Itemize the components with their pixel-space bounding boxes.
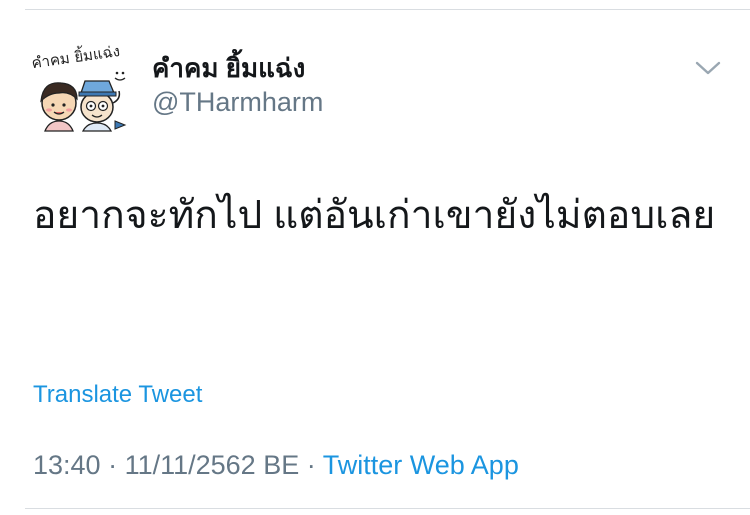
author-display-name[interactable]: คำคม ยิ้มแฉ่ง: [152, 52, 305, 84]
meta-separator: ·: [299, 450, 323, 480]
cartoon-avatar-icon: คำคม ยิ้มแฉ่ง: [30, 40, 127, 132]
meta-separator: ·: [100, 450, 125, 480]
tweet-source-link[interactable]: Twitter Web App: [323, 450, 519, 480]
avatar[interactable]: คำคม ยิ้มแฉ่ง: [29, 40, 129, 133]
top-divider: [25, 9, 750, 10]
tweet-metadata: 13:40 · 11/11/2562 BE · Twitter Web App: [33, 448, 519, 482]
bottom-divider: [25, 508, 750, 509]
tweet-time[interactable]: 13:40: [33, 450, 101, 480]
avatar-lettering: คำคม ยิ้มแฉ่ง: [30, 41, 121, 72]
author-handle[interactable]: @THarmharm: [152, 86, 323, 118]
translate-tweet-link[interactable]: Translate Tweet: [33, 380, 202, 410]
tweet-date[interactable]: 11/11/2562 BE: [125, 450, 300, 480]
chevron-down-icon[interactable]: [694, 58, 722, 78]
tweet-text: อยากจะทักไป แต่อันเก่าเขายังไม่ตอบเลย: [33, 194, 716, 237]
